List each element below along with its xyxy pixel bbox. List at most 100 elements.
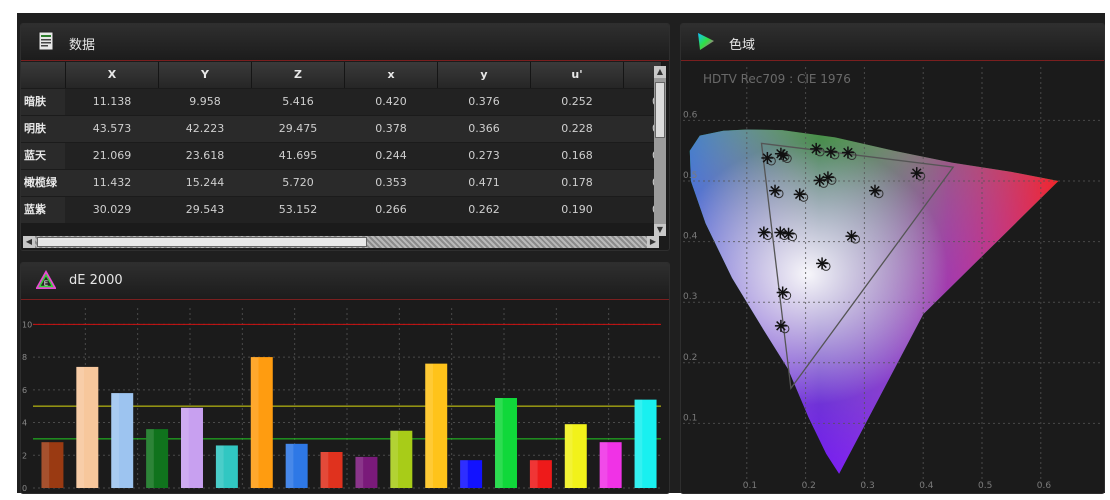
- y-tick-label: 0.6: [683, 110, 698, 120]
- color-triangle-icon: E: [36, 270, 56, 289]
- row-label: 蓝天: [21, 143, 65, 169]
- column-header[interactable]: Y: [159, 62, 252, 88]
- bar-highlight: [599, 442, 608, 488]
- measured-point[interactable]: [845, 230, 858, 243]
- y-tick-label: 0.5: [683, 171, 697, 181]
- gamut-icon: [698, 33, 714, 50]
- table-cell: 0.262: [468, 203, 500, 216]
- table-row[interactable]: 暗肤11.1389.9585.4160.4200.3760.2520: [21, 89, 661, 115]
- bar-highlight: [564, 424, 573, 488]
- horizontal-scroll-thumb[interactable]: [37, 237, 367, 247]
- row-label: 蓝紫: [21, 197, 65, 223]
- table-row[interactable]: 蓝紫30.02929.54353.1520.2660.2620.1900: [21, 197, 661, 223]
- data-panel-header: 数据: [21, 24, 669, 61]
- table-cell: 0.376: [468, 95, 500, 108]
- y-tick-label: 6: [22, 386, 27, 395]
- bar-highlight: [215, 445, 224, 488]
- table-cell: 0.366: [468, 122, 500, 135]
- table-cell: 0.266: [375, 203, 407, 216]
- measured-point[interactable]: [810, 142, 823, 155]
- measured-point[interactable]: [769, 184, 782, 197]
- x-tick-label: 0.6: [1037, 481, 1052, 491]
- bar-highlight: [250, 357, 259, 488]
- bar-highlight: [634, 399, 643, 488]
- scroll-up-button[interactable]: ▲: [654, 66, 666, 78]
- de2000-panel: E dE 2000 0 2 4 6 8 10: [20, 262, 670, 494]
- cie-gamut-chart: HDTV Rec709 : CIE 1976 0.1 0.2 0.3 0.4 0.5 0.6…: [683, 67, 1101, 491]
- table-cell: 15.244: [185, 176, 225, 189]
- table-cell: 53.152: [278, 203, 318, 216]
- table-cell: 0.273: [468, 149, 500, 162]
- column-header[interactable]: X: [66, 62, 159, 88]
- measured-point[interactable]: [774, 147, 787, 160]
- chart-subtitle: HDTV Rec709 : CIE 1976: [703, 72, 851, 86]
- column-header[interactable]: u': [531, 62, 624, 88]
- y-tick-label: 0: [22, 484, 27, 492]
- y-tick-label: 0.1: [683, 413, 697, 423]
- bar-highlight: [111, 393, 119, 488]
- measured-point[interactable]: [776, 286, 789, 299]
- y-tick-label: 0.4: [683, 232, 698, 242]
- table-cell: 9.958: [189, 95, 221, 108]
- table-row[interactable]: 橄榄绿11.43215.2445.7200.3530.4710.1780: [21, 170, 661, 196]
- y-tick-label: 0.2: [683, 353, 697, 363]
- table-row[interactable]: 明肤43.57342.22329.4750.3780.3660.2280: [21, 116, 661, 142]
- table-corner-cell: [21, 62, 66, 88]
- gamut-panel: 色域 HDTV Rec709: CIE 1976 0.1 0.2 0.3 0.…: [680, 23, 1105, 494]
- bar-highlight: [320, 452, 329, 488]
- measured-point[interactable]: [761, 151, 774, 164]
- measured-point[interactable]: [782, 227, 795, 240]
- table-header-row: X Y Z x y u': [21, 62, 662, 88]
- table-cell: 5.416: [282, 95, 314, 108]
- measured-point[interactable]: [793, 188, 806, 201]
- horizontal-scrollbar[interactable]: ◀ ▶: [23, 236, 659, 248]
- y-tick-label: 4: [22, 419, 27, 428]
- x-tick-label: 0.2: [802, 481, 816, 491]
- de2000-panel-title: dE 2000: [69, 273, 123, 288]
- table-cell: 0.244: [375, 149, 407, 162]
- table-row[interactable]: 蓝天21.06923.61841.6950.2440.2730.1680: [21, 143, 661, 169]
- gamut-panel-title: 色域: [729, 38, 756, 53]
- scroll-down-button[interactable]: ▼: [654, 224, 666, 236]
- table-cell: 0.168: [561, 149, 593, 162]
- row-label: 暗肤: [21, 89, 65, 115]
- column-header[interactable]: Z: [252, 62, 345, 88]
- table-cell: 0.353: [375, 176, 407, 189]
- measured-point[interactable]: [816, 257, 829, 270]
- row-label: 明肤: [21, 116, 65, 142]
- bar-highlight: [529, 460, 538, 488]
- column-header[interactable]: x: [345, 62, 438, 88]
- y-tick-label: 2: [22, 451, 27, 460]
- de2000-panel-header: E dE 2000: [21, 263, 669, 300]
- vertical-scroll-thumb[interactable]: [655, 82, 665, 138]
- bar-highlight: [355, 456, 364, 488]
- table-cell: 42.223: [185, 122, 225, 135]
- bar-highlight: [181, 407, 189, 488]
- table-cell: 0.178: [561, 176, 593, 189]
- table-cell: 5.720: [282, 176, 314, 189]
- scroll-left-button[interactable]: ◀: [23, 236, 35, 248]
- vertical-scrollbar[interactable]: ▲ ▼: [654, 66, 666, 236]
- table-cell: 43.573: [92, 122, 132, 135]
- measured-point[interactable]: [824, 145, 837, 158]
- measured-point[interactable]: [841, 146, 854, 159]
- measured-point[interactable]: [757, 226, 770, 239]
- column-header[interactable]: y: [438, 62, 531, 88]
- measured-point[interactable]: [821, 171, 834, 184]
- measured-point[interactable]: [910, 167, 923, 180]
- scroll-right-button[interactable]: ▶: [647, 236, 659, 248]
- x-tick-label: 0.5: [978, 481, 992, 491]
- y-tick-label: 0.3: [683, 292, 697, 302]
- bar-highlight: [41, 442, 50, 488]
- triangle-icon-letter: E: [44, 280, 48, 288]
- measured-point[interactable]: [774, 319, 787, 332]
- table-cell: 41.695: [278, 149, 318, 162]
- table-cell: 30.029: [92, 203, 132, 216]
- bar-highlight: [285, 443, 294, 488]
- de2000-bar-chart: 0 2 4 6 8 10: [22, 308, 661, 492]
- table-cell: 29.543: [185, 203, 225, 216]
- measured-point[interactable]: [868, 184, 881, 197]
- table-cell: 0.420: [375, 95, 407, 108]
- y-tick-label: 8: [22, 353, 27, 362]
- bar-highlight: [425, 363, 433, 488]
